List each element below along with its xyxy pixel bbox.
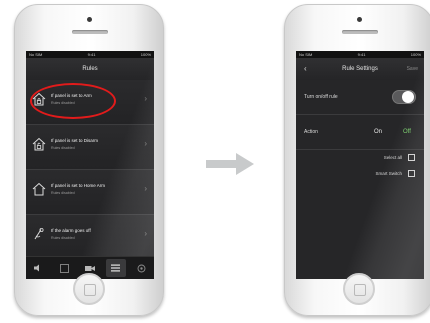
status-battery: 100%	[410, 52, 421, 57]
arrow-right-icon	[206, 153, 254, 175]
rule-title: If panel is set to Home Arm	[51, 183, 106, 188]
rule-item-home-arm[interactable]: If panel is set to Home Arm Rules disabl…	[26, 170, 154, 215]
rule-subtitle: Rules disabled	[51, 236, 75, 240]
home-button[interactable]	[343, 273, 375, 305]
status-carrier: No SIM	[29, 52, 43, 57]
select-all-label: Select all	[383, 155, 402, 160]
chevron-right-icon: ›	[144, 184, 147, 193]
action-label: Action	[304, 129, 318, 135]
status-time: 9:41	[87, 52, 96, 57]
speaker-icon	[34, 264, 40, 272]
select-all-checkbox[interactable]	[408, 154, 415, 161]
rule-title: If the alarm goes off	[51, 228, 91, 233]
action-on-option[interactable]: On	[374, 129, 382, 135]
status-battery: 100%	[140, 52, 151, 57]
home-button[interactable]	[73, 273, 105, 305]
tab-panel[interactable]	[54, 259, 74, 277]
select-all-row: Select all	[296, 150, 424, 166]
toggle-knob	[402, 91, 414, 103]
status-carrier: No SIM	[299, 52, 313, 57]
chevron-right-icon: ›	[144, 94, 147, 103]
speaker-grille	[72, 30, 108, 34]
rule-item-arm[interactable]: If panel is set to Arm Rules disabled ›	[26, 80, 154, 125]
panel-icon	[59, 263, 69, 273]
rule-toggle[interactable]	[392, 90, 416, 104]
smart-switch-checkbox[interactable]	[408, 170, 415, 177]
page-title: Rule Settings	[342, 66, 378, 72]
camera-icon	[84, 265, 95, 271]
chevron-right-icon: ›	[144, 139, 147, 148]
rule-settings-screen: No SIM 9:41 100% ‹ Rule Settings Save Tu…	[296, 51, 424, 279]
camera-dot	[87, 17, 92, 22]
smart-switch-label: Smart Switch	[375, 171, 402, 176]
camera-dot	[357, 17, 362, 22]
chevron-right-icon: ›	[144, 229, 147, 238]
tab-list[interactable]	[105, 259, 126, 277]
phone-left: No SIM 9:41 100% Rules If panel is set t…	[14, 4, 164, 316]
gear-icon	[137, 264, 146, 272]
page-title: Rules	[82, 66, 98, 72]
highlight-oval	[30, 83, 116, 119]
action-row: Action On Off	[296, 115, 424, 150]
home-icon	[32, 182, 46, 196]
turn-rule-row: Turn on/off rule	[296, 80, 424, 115]
rules-screen: No SIM 9:41 100% Rules If panel is set t…	[26, 51, 154, 279]
smart-switch-row: Smart Switch	[296, 166, 424, 182]
save-button[interactable]: Save	[407, 58, 418, 80]
status-time: 9:41	[357, 52, 366, 57]
turn-rule-label: Turn on/off rule	[304, 94, 338, 100]
speaker-grille	[342, 30, 378, 34]
nav-bar: ‹ Rule Settings Save	[296, 58, 424, 80]
list-icon	[111, 264, 121, 272]
tab-speaker[interactable]	[29, 259, 49, 277]
rule-item-disarm[interactable]: If panel is set to Disarm Rules disabled…	[26, 125, 154, 170]
rule-subtitle: Rules disabled	[51, 191, 75, 195]
rule-title: If panel is set to Disarm	[51, 138, 99, 143]
status-bar: No SIM 9:41 100%	[26, 51, 154, 58]
tab-settings[interactable]	[131, 259, 151, 277]
action-off-option[interactable]: Off	[403, 129, 411, 135]
rule-subtitle: Rules disabled	[51, 146, 75, 150]
unlock-home-icon	[32, 137, 46, 151]
status-bar: No SIM 9:41 100%	[296, 51, 424, 58]
nav-bar: Rules	[26, 58, 154, 80]
alarm-icon	[34, 227, 44, 240]
back-button[interactable]: ‹	[304, 58, 307, 80]
phone-right: No SIM 9:41 100% ‹ Rule Settings Save Tu…	[284, 4, 430, 316]
rule-item-alarm[interactable]: If the alarm goes off Rules disabled ›	[26, 215, 154, 260]
